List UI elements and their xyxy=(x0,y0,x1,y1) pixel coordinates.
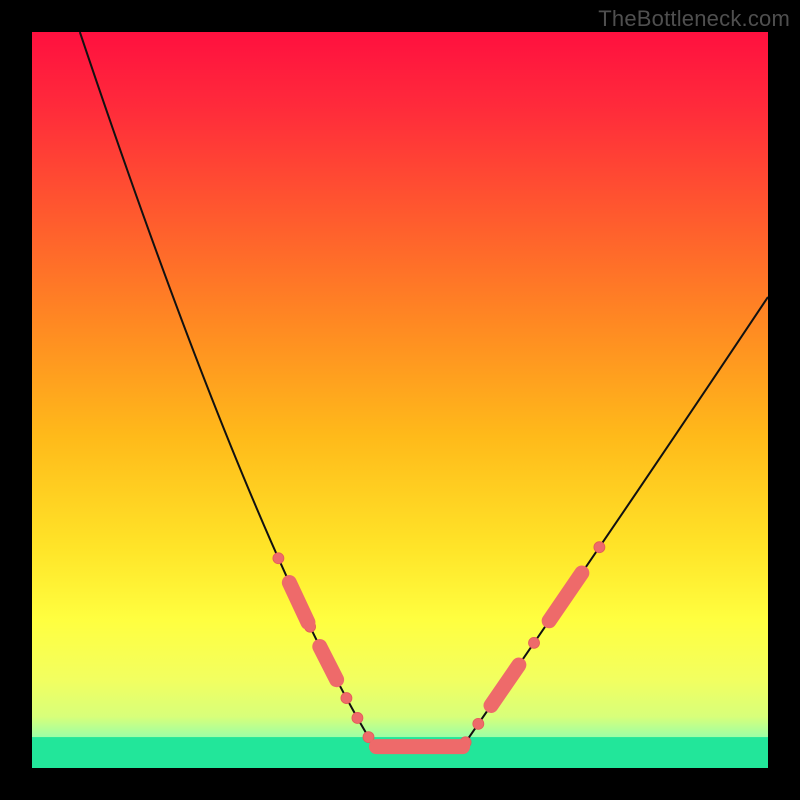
curve-marker xyxy=(529,637,540,648)
curve-marker xyxy=(273,553,284,564)
curve-marker xyxy=(594,542,605,553)
watermark-label: TheBottleneck.com xyxy=(598,6,790,32)
gradient-background xyxy=(32,32,768,768)
app-frame: TheBottleneck.com xyxy=(0,0,800,800)
curve-marker xyxy=(352,712,363,723)
curve-marker xyxy=(341,693,352,704)
curve-marker xyxy=(473,718,484,729)
plot-area xyxy=(32,32,768,768)
chart-svg xyxy=(32,32,768,768)
